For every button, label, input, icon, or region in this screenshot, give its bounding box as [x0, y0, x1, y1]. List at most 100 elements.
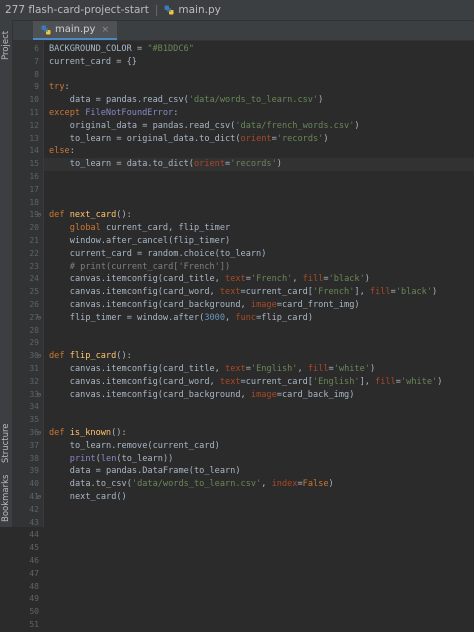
code-token: global — [69, 223, 107, 234]
code-line: current_card = random.choice(to_learn) — [70, 248, 267, 261]
code-token: =card_front_img) — [276, 300, 360, 310]
line-number: 25 — [29, 287, 39, 297]
code-token: (): — [116, 351, 132, 362]
code-token: ) — [276, 159, 282, 170]
code-token: text — [225, 364, 246, 374]
line-number: 19 — [29, 210, 39, 220]
code-line: data = pandas.read_csv('data/words_to_le… — [70, 94, 324, 107]
code-token: fill — [302, 274, 324, 285]
code-token: text — [219, 376, 241, 387]
code-line: canvas.itemconfig(card_background, image… — [70, 299, 360, 312]
python-file-icon — [164, 5, 174, 15]
code-token: next_card — [69, 210, 117, 221]
code-token: ) — [369, 364, 376, 374]
line-number: 40 — [29, 479, 39, 489]
line-number: 38 — [29, 453, 39, 463]
fold-marker-icon[interactable]: ⊖ — [37, 350, 43, 363]
structure-tool-label: Structure — [1, 423, 11, 463]
title-bar: 277 flash-card-project-start | main.py — [0, 0, 474, 21]
project-name[interactable]: 277 flash-card-project-start — [0, 4, 149, 16]
code-token: BACKGROUND_COLOR = — [49, 44, 148, 54]
code-token: data = pandas.read_csv( — [69, 95, 189, 106]
code-line: else: — [49, 145, 75, 158]
code-token: ) — [432, 287, 438, 298]
code-token: canvas.itemconfig(card_title, — [69, 274, 226, 285]
line-number: 23 — [29, 261, 39, 271]
title-file[interactable]: main.py — [164, 4, 221, 16]
bookmarks-tool-label: Bookmarks — [1, 474, 11, 522]
code-token: 'records' — [230, 159, 277, 170]
code-token: ) — [318, 95, 324, 106]
code-token: =flip_card) — [256, 312, 314, 323]
code-token: 'white' — [333, 364, 370, 374]
code-token: canvas.itemconfig(card_background, — [69, 389, 251, 400]
fold-marker-icon[interactable]: ⊖ — [37, 491, 43, 504]
line-number: 15 — [29, 159, 39, 169]
code-token: , — [292, 274, 303, 285]
code-line: flip_timer = window.after(3000, func=fli… — [70, 312, 313, 325]
line-number: 27 — [29, 312, 39, 322]
code-token: canvas.itemconfig(card_word, — [69, 287, 220, 298]
fold-marker-icon[interactable]: ⊖ — [37, 312, 43, 325]
code-token: ) — [328, 479, 334, 490]
tab-main-py[interactable]: main.py × — [33, 21, 117, 40]
code-token: , — [225, 312, 236, 323]
code-token: : — [173, 108, 179, 118]
code-line: canvas.itemconfig(card_word, text=curren… — [70, 286, 437, 299]
line-number: 6 — [34, 44, 39, 53]
code-line: def flip_card(): — [49, 350, 132, 363]
code-line: def is_known(): — [49, 427, 127, 440]
code-token: flip_timer = window.after( — [69, 312, 205, 323]
project-tool-tab[interactable]: Project — [0, 24, 12, 66]
code-line: except FileNotFoundError: — [49, 107, 178, 120]
code-token: 'English' — [250, 364, 298, 374]
code-token: def — [49, 210, 70, 221]
code-token: func — [235, 312, 257, 323]
code-token: # print(current_card['French']) — [69, 261, 231, 272]
line-number: 48 — [29, 581, 39, 591]
code-editor[interactable]: BACKGROUND_COLOR = "#B1DDC6" current_card… — [44, 41, 474, 527]
code-token: text — [225, 274, 246, 285]
python-file-icon — [41, 25, 51, 34]
code-token: 3000 — [204, 312, 226, 323]
code-token: canvas.itemconfig(card_title, — [69, 364, 226, 374]
bookmarks-tool-tab[interactable]: Bookmarks — [0, 472, 12, 524]
code-line: next_card() — [70, 491, 127, 504]
code-token: 'data/words_to_learn.csv' — [188, 95, 319, 106]
code-token: ], — [359, 376, 376, 387]
line-number: 14 — [29, 146, 39, 156]
code-token: 'data/words_to_learn.csv' — [131, 479, 262, 490]
fold-marker-icon[interactable]: ⊖ — [37, 427, 43, 440]
code-token: except — [49, 108, 86, 118]
code-token: window.after_cancel(flip_timer) — [69, 236, 231, 246]
tab-label: main.py — [55, 24, 96, 35]
code-line: canvas.itemconfig(card_background, image… — [70, 389, 355, 402]
line-number: 16 — [29, 172, 39, 181]
project-tool-label: Project — [1, 30, 11, 60]
code-token: , — [297, 364, 308, 374]
line-number: 29 — [29, 338, 39, 348]
code-token: to_learn.remove(current_card) — [69, 440, 220, 451]
close-tab-icon[interactable]: × — [101, 25, 109, 35]
code-token: 'French' — [312, 287, 355, 298]
code-token: False — [302, 479, 329, 490]
code-line: original_data = pandas.read_csv('data/fr… — [70, 120, 360, 133]
code-token: fill — [307, 364, 329, 374]
code-token: 'black' — [328, 274, 365, 285]
line-number: 35 — [29, 415, 39, 425]
code-line: current_card = {} — [49, 56, 137, 69]
code-token: fill — [369, 287, 391, 298]
structure-tool-tab[interactable]: Structure — [0, 418, 12, 468]
line-number: 26 — [29, 300, 39, 309]
code-token: 'data/french_words.csv' — [235, 120, 355, 131]
line-number: 22 — [29, 248, 39, 258]
code-token: to_learn = data.to_dict( — [69, 159, 194, 170]
line-number: 11 — [29, 108, 39, 117]
code-line: # print(current_card['French']) — [70, 261, 230, 274]
code-line: to_learn = original_data.to_dict(orient=… — [70, 133, 329, 146]
fold-marker-icon[interactable]: ⊖ — [37, 209, 43, 222]
code-token: to_learn = original_data.to_dict( — [69, 133, 241, 144]
code-token: canvas.itemconfig(card_word, — [69, 376, 220, 387]
fold-marker-icon[interactable]: ⊖ — [37, 389, 43, 402]
line-number: 28 — [29, 325, 39, 335]
